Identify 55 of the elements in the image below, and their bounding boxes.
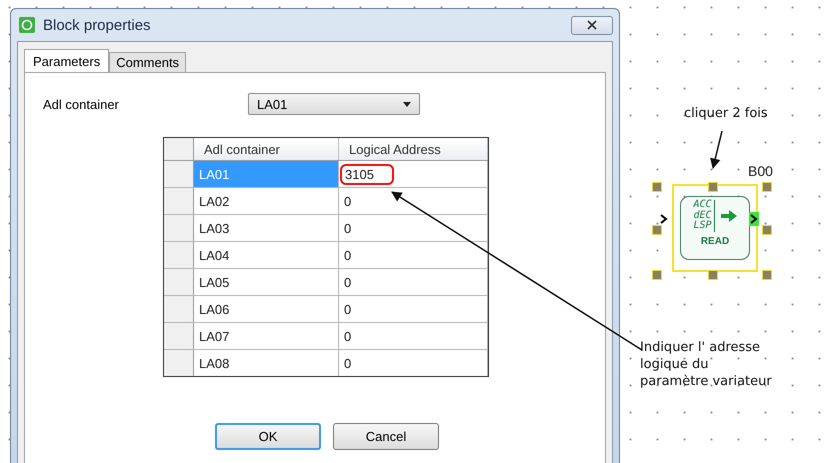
arrow-icon: [720, 210, 737, 222]
highlight-ring: 3105: [340, 164, 394, 184]
field-label: Adl container: [43, 96, 120, 112]
resize-handle[interactable]: [652, 182, 662, 192]
table-cell[interactable]: LA04: [194, 242, 339, 268]
resize-handle[interactable]: [652, 270, 662, 280]
resize-handle[interactable]: [762, 182, 772, 192]
row-header[interactable]: [164, 323, 194, 349]
window-title: Block properties: [43, 16, 151, 34]
table-cell[interactable]: 0: [339, 350, 488, 376]
annotation-text: cliquer 2 fois: [684, 106, 768, 123]
close-button[interactable]: [571, 16, 613, 34]
column-header: Logical Address: [339, 138, 488, 160]
block-caption: READ: [700, 236, 730, 246]
resize-handle[interactable]: [762, 225, 772, 235]
row-header[interactable]: [164, 161, 194, 187]
block-code-text: ACC dEC LSP: [693, 200, 715, 232]
resize-handle[interactable]: [652, 225, 662, 235]
function-block[interactable]: ACC dEC LSP READ: [672, 184, 758, 272]
table-cell[interactable]: 0: [339, 269, 488, 295]
output-pin-icon: [749, 212, 759, 226]
table-cell[interactable]: 0: [339, 188, 488, 214]
dropdown[interactable]: LA01: [248, 93, 420, 115]
caret-icon: [403, 102, 411, 106]
block-label: B00: [748, 163, 773, 179]
row-header[interactable]: [164, 269, 194, 295]
table-cell[interactable]: LA06: [194, 296, 339, 322]
app-icon: [19, 17, 35, 33]
table-cell[interactable]: 3105: [339, 161, 488, 187]
dialog-button[interactable]: OK: [215, 423, 321, 450]
row-header[interactable]: [164, 242, 194, 268]
row-header[interactable]: [164, 350, 194, 376]
table-cell[interactable]: 0: [339, 323, 488, 349]
resize-handle[interactable]: [708, 270, 718, 280]
table-cell[interactable]: LA03: [194, 215, 339, 241]
table-cell[interactable]: LA07: [194, 323, 339, 349]
table-cell[interactable]: LA08: [194, 350, 339, 376]
tab[interactable]: Comments: [109, 52, 186, 72]
tab[interactable]: Parameters: [24, 49, 110, 73]
row-header[interactable]: [164, 296, 194, 322]
input-pin-icon: [660, 214, 668, 224]
table-cell[interactable]: LA05: [194, 269, 339, 295]
resize-handle[interactable]: [708, 182, 718, 192]
pointer-arrow: [710, 130, 723, 170]
resize-handle[interactable]: [762, 270, 772, 280]
table-cell[interactable]: 0: [339, 215, 488, 241]
dialog-button[interactable]: Cancel: [333, 423, 439, 450]
row-header[interactable]: [164, 188, 194, 214]
close-icon: [587, 20, 597, 30]
table-cell[interactable]: LA02: [194, 188, 339, 214]
table-cell[interactable]: 0: [339, 242, 488, 268]
row-header[interactable]: [164, 215, 194, 241]
column-header: Adl container: [194, 138, 339, 160]
table-cell[interactable]: 0: [339, 296, 488, 322]
annotation-text: Indiquer l' adresse logique du paramètre variateur: [640, 340, 772, 391]
